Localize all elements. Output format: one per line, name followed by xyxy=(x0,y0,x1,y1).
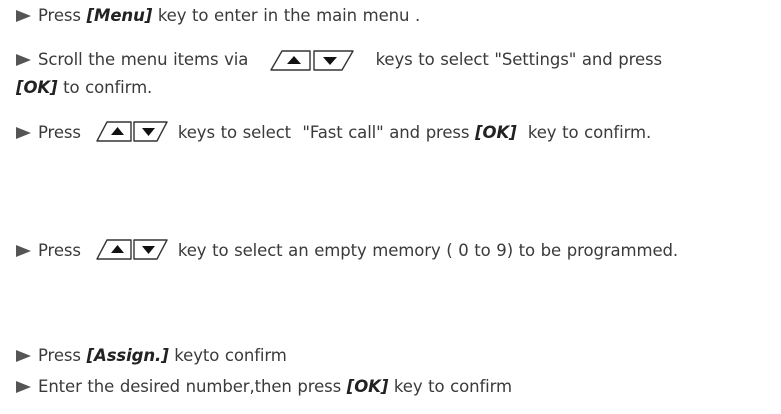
step-assign-text-post: keyto confirm xyxy=(168,346,287,365)
arrow-bullet-icon xyxy=(16,10,31,22)
step-memory-text-post: key to select an empty memory ( 0 to 9) … xyxy=(172,241,679,260)
step-enter-text-pre: Enter the desired number,then press xyxy=(38,377,347,396)
step-scroll-text-line1: keys to select "Settings" and press xyxy=(369,50,663,69)
step-fast-call-text-mid: keys to select "Fast call" and press xyxy=(172,123,476,142)
ok-key-label: [OK] xyxy=(346,377,389,396)
step-scroll-settings: Scroll the menu items via keys to select… xyxy=(16,46,776,102)
up-down-navigation-keys-icon xyxy=(268,47,356,73)
ok-key-label: [OK] xyxy=(475,123,517,142)
assign-key-label: [Assign.] xyxy=(86,346,169,365)
arrow-bullet-icon xyxy=(16,381,31,393)
step-memory-text-pre: Press xyxy=(38,241,87,260)
step-select-memory: Press key to select an empty memory ( 0 … xyxy=(16,236,776,265)
arrow-bullet-icon xyxy=(16,350,31,362)
step-enter-text-post: key to confirm xyxy=(388,377,513,396)
step-fast-call-text-post: key to confirm. xyxy=(516,123,652,142)
instruction-page: { "steps": [ { "pre": "Press ", "key": "… xyxy=(0,0,781,414)
up-down-navigation-keys-icon xyxy=(94,118,170,144)
step-menu: Press [Menu] key to enter in the main me… xyxy=(16,2,776,30)
step-enter-number: Enter the desired number,then press [OK]… xyxy=(16,373,776,401)
step-scroll-text-line2: to confirm. xyxy=(57,78,153,97)
arrow-bullet-icon xyxy=(16,127,31,139)
arrow-bullet-icon xyxy=(16,54,31,66)
step-menu-text-post: key to enter in the main menu . xyxy=(152,6,421,25)
step-scroll-text-pre: Scroll the menu items via xyxy=(38,50,254,69)
step-assign-text-pre: Press xyxy=(38,346,87,365)
step-fast-call-text-pre: Press xyxy=(38,123,87,142)
step-menu-text-pre: Press xyxy=(38,6,87,25)
menu-key-label: [Menu] xyxy=(86,6,153,25)
arrow-bullet-icon xyxy=(16,245,31,257)
up-down-navigation-keys-icon xyxy=(94,236,170,262)
step-fast-call: Press keys to select "Fast call" and pre… xyxy=(16,118,776,147)
ok-key-label: [OK] xyxy=(16,78,58,97)
step-assign: Press [Assign.] keyto confirm xyxy=(16,342,776,370)
